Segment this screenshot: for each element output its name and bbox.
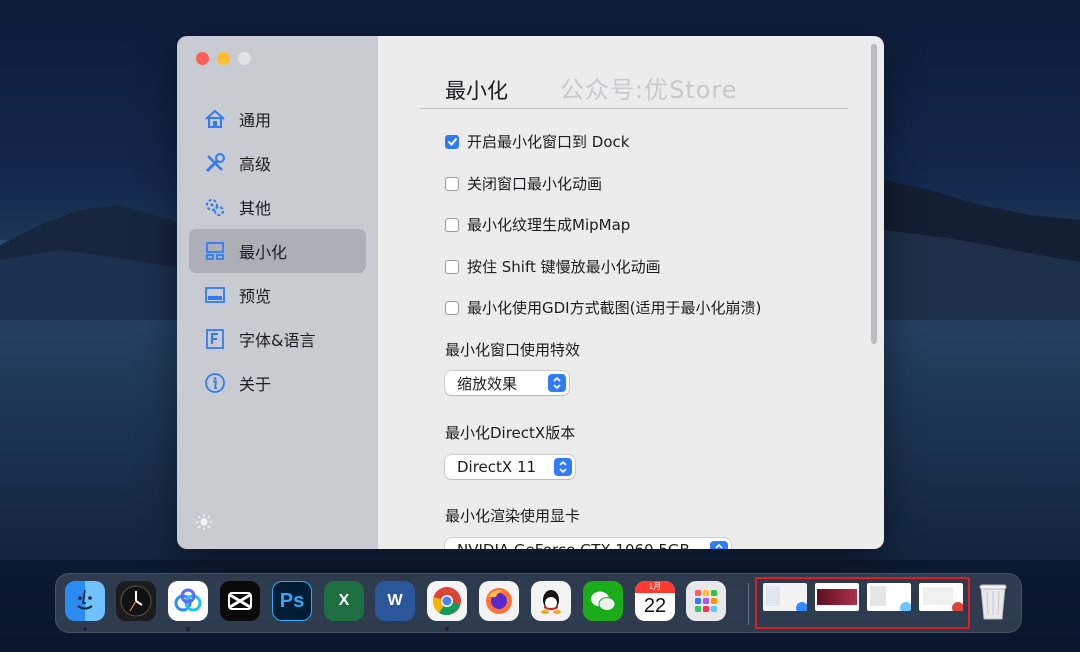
chevron-updown-icon <box>554 458 572 476</box>
chrome-icon <box>951 601 963 611</box>
directx-select-value: DirectX 11 <box>457 458 537 476</box>
sidebar: 通用 高级 其他 最小化 预览 字体&语言 关于 <box>177 36 378 549</box>
minimized-window-thumbnail[interactable] <box>867 583 911 611</box>
chevron-updown-icon <box>710 541 728 549</box>
sidebar-item-minimize[interactable]: 最小化 <box>189 229 366 273</box>
directx-label: 最小化DirectX版本 <box>445 424 576 442</box>
directx-select[interactable]: DirectX 11 <box>445 455 575 479</box>
calendar-month: 1月 <box>635 581 675 593</box>
checkbox[interactable] <box>445 217 459 232</box>
baidu-netdisk-icon[interactable] <box>168 581 208 621</box>
font-icon <box>203 327 227 351</box>
option-gdi-capture[interactable]: 最小化使用GDI方式截图(适用于最小化崩溃) <box>445 297 761 318</box>
sidebar-item-label: 通用 <box>239 111 272 130</box>
house-icon <box>203 107 227 131</box>
checkbox-checked[interactable] <box>445 134 459 149</box>
effect-select[interactable]: 缩放效果 <box>445 371 569 395</box>
title-row: 最小化 公众号:优Store <box>445 70 738 105</box>
calendar-icon[interactable]: 1月 22 <box>635 581 675 621</box>
running-indicator <box>186 627 190 631</box>
info-icon <box>203 371 227 395</box>
option-label: 关闭窗口最小化动画 <box>467 175 603 193</box>
sidebar-item-font-language[interactable]: 字体&语言 <box>189 317 366 361</box>
sidebar-item-advanced[interactable]: 高级 <box>189 141 366 185</box>
running-indicator <box>445 627 449 631</box>
wechat-icon[interactable] <box>583 581 623 621</box>
checkbox[interactable] <box>445 300 459 315</box>
excel-icon[interactable]: X <box>324 581 364 621</box>
gpu-label: 最小化渲染使用显卡 <box>445 507 581 525</box>
minimize-button[interactable] <box>217 52 230 65</box>
calendar-day: 22 <box>643 595 667 617</box>
launchpad-icon[interactable] <box>686 581 726 621</box>
close-button[interactable] <box>196 52 209 65</box>
sidebar-item-label: 字体&语言 <box>239 331 316 350</box>
sidebar-item-label: 最小化 <box>239 243 288 262</box>
minimize-window-icon <box>203 239 227 263</box>
firefox-icon[interactable] <box>479 581 519 621</box>
checkbox[interactable] <box>445 176 459 191</box>
photoshop-icon[interactable]: Ps <box>272 581 312 621</box>
preview-icon <box>203 283 227 307</box>
title-divider <box>420 108 848 109</box>
option-label: 最小化使用GDI方式截图(适用于最小化崩溃) <box>467 299 762 317</box>
dock-separator <box>748 583 749 625</box>
sidebar-item-label: 关于 <box>239 375 272 394</box>
effect-select-value: 缩放效果 <box>457 374 518 393</box>
minimized-window-thumbnail[interactable] <box>763 583 807 611</box>
finder-icon <box>899 601 911 611</box>
page-title: 最小化 <box>445 79 508 103</box>
appearance-sun-icon[interactable] <box>195 513 213 531</box>
sidebar-item-other[interactable]: 其他 <box>189 185 366 229</box>
sidebar-nav: 通用 高级 其他 最小化 预览 字体&语言 关于 <box>189 97 366 405</box>
option-shift-slow-motion[interactable]: 按住 Shift 键慢放最小化动画 <box>445 256 661 277</box>
gpu-select-value: NVIDIA GeForce GTX 1060 5GB <box>457 541 690 549</box>
zoom-button[interactable] <box>238 52 251 65</box>
sidebar-item-label: 预览 <box>239 287 272 306</box>
option-label: 开启最小化窗口到 Dock <box>467 133 630 151</box>
finder-icon[interactable] <box>65 581 105 621</box>
watermark-text: 公众号:优Store <box>560 76 738 104</box>
clock-icon[interactable] <box>116 581 156 621</box>
option-label: 按住 Shift 键慢放最小化动画 <box>467 258 661 276</box>
effect-label: 最小化窗口使用特效 <box>445 341 581 359</box>
baidu-netdisk-icon <box>795 601 807 611</box>
tools-icon <box>203 151 227 175</box>
minimized-window-thumbnail[interactable] <box>919 583 963 611</box>
vertical-scrollbar[interactable] <box>871 44 877 344</box>
chrome-icon[interactable] <box>427 581 467 621</box>
chevron-updown-icon <box>548 374 566 392</box>
sidebar-item-preview[interactable]: 预览 <box>189 273 366 317</box>
option-label: 最小化纹理生成MipMap <box>467 216 631 234</box>
trash-icon[interactable] <box>973 581 1013 621</box>
qq-icon[interactable] <box>531 581 571 621</box>
dock: Ps X W 1月 22 <box>55 573 1022 633</box>
option-disable-minimize-animation[interactable]: 关闭窗口最小化动画 <box>445 173 602 194</box>
settings-panel: 最小化 公众号:优Store 开启最小化窗口到 Dock 关闭窗口最小化动画 最… <box>378 36 884 549</box>
option-enable-minimize-to-dock[interactable]: 开启最小化窗口到 Dock <box>445 131 629 152</box>
sidebar-item-label: 其他 <box>239 199 272 218</box>
gears-icon <box>203 195 227 219</box>
window-controls <box>196 52 251 65</box>
capcut-icon[interactable] <box>220 581 260 621</box>
preferences-window: 通用 高级 其他 最小化 预览 字体&语言 关于 最小化 公众号:优Store … <box>177 36 884 549</box>
sidebar-item-label: 高级 <box>239 155 272 174</box>
word-icon[interactable]: W <box>375 581 415 621</box>
gpu-select[interactable]: NVIDIA GeForce GTX 1060 5GB <box>445 538 731 549</box>
checkbox[interactable] <box>445 259 459 274</box>
sidebar-item-about[interactable]: 关于 <box>189 361 366 405</box>
running-indicator <box>83 627 87 631</box>
sidebar-item-general[interactable]: 通用 <box>189 97 366 141</box>
minimized-window-thumbnail[interactable] <box>815 583 859 611</box>
option-mipmap[interactable]: 最小化纹理生成MipMap <box>445 214 630 235</box>
